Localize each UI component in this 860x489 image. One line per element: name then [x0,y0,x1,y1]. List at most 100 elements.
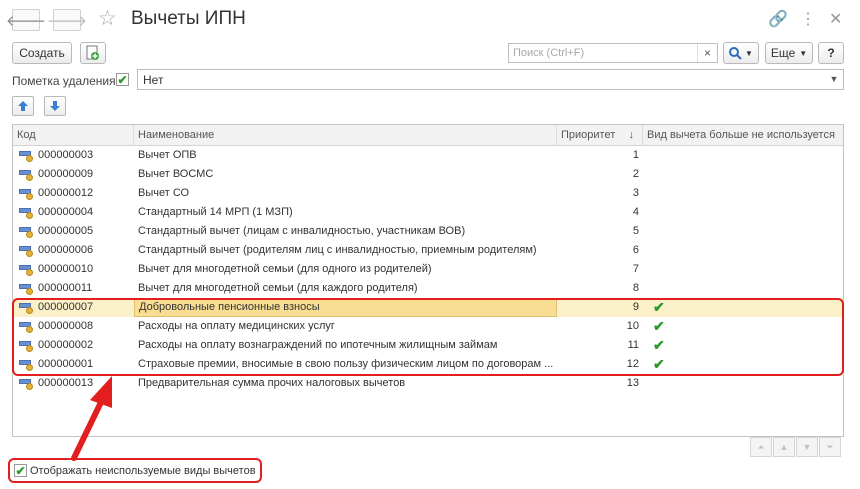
search-button[interactable]: ▼ [723,42,759,64]
catalog-item-icon [19,149,34,162]
cell-unused-check [643,241,843,260]
cell-unused-check [643,374,843,393]
cell-unused-check [643,146,843,165]
deletion-mark-checkbox[interactable]: ✔ [116,73,129,86]
favorite-star-icon[interactable]: ☆ [98,6,117,31]
table-row[interactable]: 000000005 Стандартный вычет (лицам с инва… [13,222,843,241]
table-row[interactable]: 000000004 Стандартный 14 МРП (1 МЗП) 4 [13,203,843,222]
cell-code: 000000003 [13,146,134,165]
deductions-table[interactable]: Код Наименование Приоритет ↓ Вид вычета … [12,124,844,437]
catalog-item-icon [19,206,34,219]
clear-search-button[interactable]: × [697,44,717,62]
cell-name: Стандартный 14 МРП (1 МЗП) [138,206,293,218]
cell-name: Вычет ОПВ [138,149,197,161]
cell-unused-check [643,184,843,203]
cell-code: 000000012 [13,184,134,203]
table-row[interactable]: 000000012 Вычет СО 3 [13,184,843,203]
column-header-priority[interactable]: Приоритет ↓ [557,125,643,145]
sort-down-icon: ↓ [628,129,635,141]
scroll-top-button[interactable]: ⏶ [750,437,772,457]
table-row[interactable]: 000000011 Вычет для многодетной семьи (дл… [13,279,843,298]
cell-unused-check [643,279,843,298]
more-button[interactable]: Еще ▼ [765,42,813,64]
arrow-right-icon: 🡒 [46,12,88,30]
catalog-item-icon [19,244,34,257]
column-header-name[interactable]: Наименование [134,125,557,145]
last-page-icon: ⏷ [826,441,834,452]
table-row[interactable]: 000000003 Вычет ОПВ 1 [13,146,843,165]
scroll-down-button[interactable]: ▼ [796,437,818,457]
cell-name: Предварительная сумма прочих налоговых в… [138,377,406,389]
catalog-item-icon [19,187,34,200]
scroll-up-button[interactable]: ▲ [773,437,795,457]
link-icon[interactable]: 🔗 [768,9,788,29]
cell-priority: 3 [632,187,639,199]
catalog-item-icon [19,377,34,390]
help-button[interactable]: ? [818,42,844,64]
checkmark-icon: ✔ [15,463,26,478]
cell-unused-check [643,222,843,241]
catalog-item-icon [19,168,34,181]
table-row[interactable]: 000000009 Вычет ВОСМС 2 [13,165,843,184]
cell-priority: 7 [632,263,639,275]
cell-priority: 13 [626,377,639,389]
more-vertical-icon[interactable]: ⋮ [800,9,816,29]
cell-priority: 1 [632,149,639,161]
chevron-down-icon[interactable]: ▼ [825,70,843,89]
cell-priority: 6 [632,244,639,256]
page-title: Вычеты ИПН [131,8,246,29]
cell-name: Вычет СО [138,187,190,199]
arrow-left-icon: 🡐 [5,12,47,30]
cell-code: 000000004 [13,203,134,222]
first-page-icon: ⏶ [757,441,765,452]
annotation-arrow [71,376,112,461]
cell-name: Вычет ВОСМС [138,168,214,180]
deletion-mark-select[interactable]: Нет ▼ [137,69,844,90]
highlight-unused-rows [12,298,844,376]
copy-button[interactable] [80,42,106,64]
column-header-unused[interactable]: Вид вычета больше не используется [643,125,843,145]
cell-unused-check [643,260,843,279]
table-header: Код Наименование Приоритет ↓ Вид вычета … [13,125,843,146]
show-unused-checkbox[interactable]: ✔ [14,464,27,477]
chevron-down-icon: ▼ [745,48,753,58]
cell-code: 000000011 [13,279,134,298]
cell-name: Вычет для многодетной семьи (для одного … [138,263,432,275]
chevron-up-icon: ▲ [779,442,789,452]
arrow-up-icon [18,101,28,111]
arrow-down-icon [50,101,60,111]
create-button[interactable]: Создать [12,42,72,64]
cell-priority: 2 [632,168,639,180]
move-up-button[interactable] [12,96,34,116]
cell-priority: 8 [632,282,639,294]
table-row[interactable]: 000000013 Предварительная сумма прочих на… [13,374,843,393]
cell-code: 000000005 [13,222,134,241]
cell-code: 000000009 [13,165,134,184]
scroll-bottom-button[interactable]: ⏷ [819,437,841,457]
back-button[interactable]: 🡐 [6,9,46,31]
cell-name: Стандартный вычет (родителям лиц с инвал… [138,244,537,256]
catalog-item-icon [19,225,34,238]
add-document-icon [86,45,99,60]
forward-button[interactable]: 🡒 [47,9,87,31]
move-down-button[interactable] [44,96,66,116]
cell-priority: 5 [632,225,639,237]
cell-unused-check [643,203,843,222]
chevron-down-icon: ▼ [802,442,812,452]
table-row[interactable]: 000000010 Вычет для многодетной семьи (дл… [13,260,843,279]
cell-name: Вычет для многодетной семьи (для каждого… [138,282,418,294]
show-unused-label[interactable]: Отображать неиспользуемые виды вычетов [30,465,256,477]
cell-priority: 4 [632,206,639,218]
catalog-item-icon [19,263,34,276]
search-input[interactable]: Поиск (Ctrl+F) × [508,43,718,63]
cell-unused-check [643,165,843,184]
cell-code: 000000006 [13,241,134,260]
column-header-code[interactable]: Код [13,125,134,145]
close-icon[interactable]: ✕ [829,9,842,29]
cell-name: Стандартный вычет (лицам с инвалидностью… [138,225,466,237]
cell-code: 000000010 [13,260,134,279]
search-icon [729,46,742,60]
checkmark-icon: ✔ [117,72,128,87]
table-row[interactable]: 000000006 Стандартный вычет (родителям ли… [13,241,843,260]
chevron-down-icon: ▼ [799,48,808,58]
